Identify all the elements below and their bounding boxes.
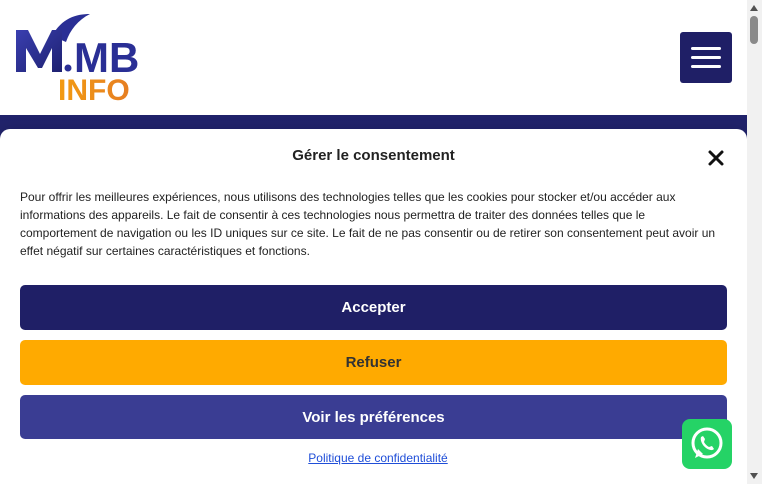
hamburger-icon	[691, 47, 721, 50]
site-header: MBB INFO	[0, 0, 747, 115]
close-icon	[708, 150, 724, 166]
close-button[interactable]	[705, 147, 727, 169]
hamburger-icon-bar	[691, 65, 721, 68]
refuse-button[interactable]: Refuser	[20, 340, 727, 385]
privacy-policy-link[interactable]: Politique de confidentialité	[0, 451, 756, 465]
scroll-down-icon[interactable]	[750, 473, 758, 479]
consent-modal: Gérer le consentement Pour offrir les me…	[0, 129, 747, 484]
view-preferences-button[interactable]: Voir les préférences	[20, 395, 727, 439]
whatsapp-button[interactable]	[682, 419, 732, 469]
site-logo[interactable]: MBB INFO	[14, 12, 138, 104]
hamburger-icon-bar	[691, 56, 721, 59]
scrollbar-thumb[interactable]	[750, 16, 758, 44]
logo-graphic: MBB INFO	[16, 14, 138, 104]
page-scrollbar[interactable]	[747, 0, 762, 484]
consent-description: Pour offrir les meilleures expériences, …	[20, 190, 716, 258]
scroll-up-icon[interactable]	[750, 5, 758, 11]
page: MBB INFO Gérer le consentement Pour offr…	[0, 0, 762, 484]
menu-button[interactable]	[680, 32, 732, 83]
logo-text-info: INFO	[58, 74, 130, 104]
whatsapp-icon	[691, 427, 723, 459]
accept-button[interactable]: Accepter	[20, 285, 727, 330]
modal-title: Gérer le consentement	[292, 147, 455, 164]
